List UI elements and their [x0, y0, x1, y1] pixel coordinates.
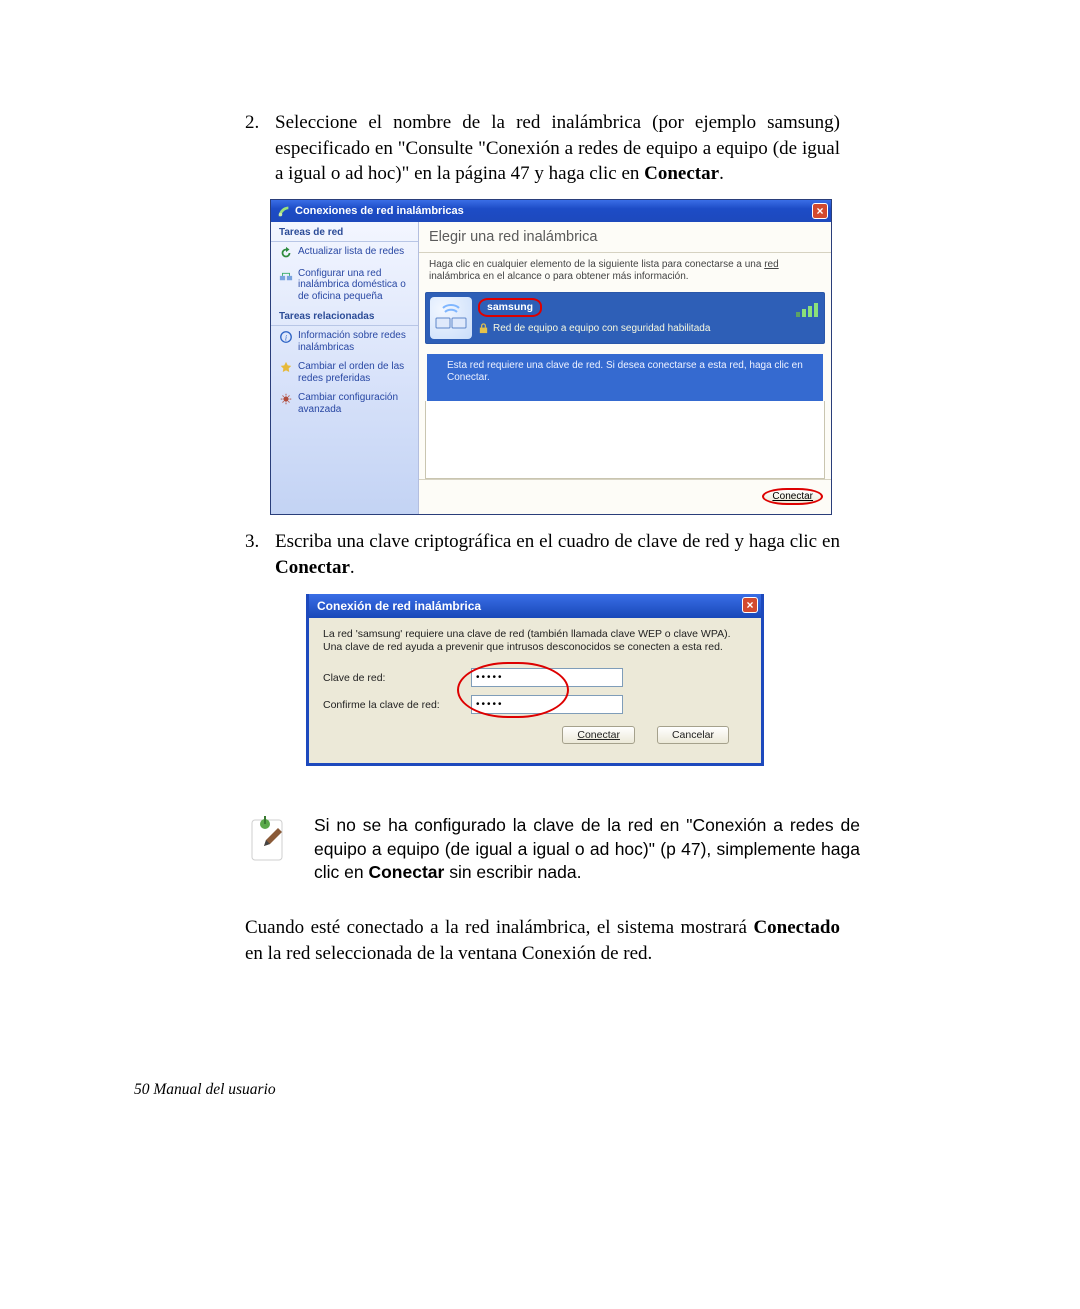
network-body: samsung Red de equipo a equipo con segur…: [478, 297, 820, 339]
network-key-row: Clave de red:: [323, 668, 747, 687]
dialog-cancel-button[interactable]: Cancelar: [657, 726, 729, 744]
lock-icon: [478, 323, 489, 334]
sidebar-item-info-label: Información sobre redes inalámbricas: [298, 330, 411, 353]
network-name: samsung: [478, 298, 542, 317]
dialog-close-button[interactable]: ×: [742, 597, 758, 613]
password-dialog: Conexión de red inalámbrica × La red 'sa…: [306, 594, 764, 766]
sidebar-section-tasks: Tareas de red: [271, 222, 418, 242]
network-list-pane: Elegir una red inalámbrica Haga clic en …: [419, 222, 831, 514]
dialog-connect-button[interactable]: Conectar: [562, 726, 635, 744]
step-3-number: 3.: [245, 529, 275, 580]
step-2-text-a: Seleccione el nombre de la red inalámbri…: [275, 112, 840, 184]
dialog-buttons: Conectar Cancelar: [323, 722, 747, 744]
confirm-key-input[interactable]: [471, 695, 623, 714]
step-3: 3. Escriba una clave criptográfica en el…: [245, 529, 840, 580]
signal-strength-icon: [796, 303, 818, 317]
connect-button[interactable]: Conectar: [762, 488, 823, 505]
sidebar-item-order[interactable]: Cambiar el orden de las redes preferidas: [271, 357, 418, 388]
network-item[interactable]: samsung Red de equipo a equipo con segur…: [425, 292, 825, 344]
sidebar-item-advanced[interactable]: Cambiar configuración avanzada: [271, 388, 418, 419]
adhoc-network-icon: [430, 297, 472, 339]
pane-subtitle: Haga clic en cualquier elemento de la si…: [419, 253, 831, 292]
close-icon: ×: [816, 204, 823, 218]
close-button[interactable]: ×: [812, 203, 828, 219]
dialog-desc: La red 'samsung' requiere una clave de r…: [323, 628, 747, 654]
step-2-text-bold: Conectar: [644, 163, 719, 184]
step-2-number: 2.: [245, 110, 275, 187]
step-2-text-c: .: [719, 163, 724, 184]
list-empty-area: [425, 401, 825, 479]
sidebar-item-refresh-label: Actualizar lista de redes: [298, 246, 411, 258]
network-key-input[interactable]: [471, 668, 623, 687]
step-2: 2. Seleccione el nombre de la red inalám…: [245, 110, 840, 187]
sidebar-item-order-label: Cambiar el orden de las redes preferidas: [298, 361, 411, 384]
note-block: Si no se ha configurado la clave de la r…: [246, 814, 860, 885]
step-3-text: Escriba una clave criptográfica en el cu…: [275, 529, 840, 580]
wireless-icon: [277, 204, 291, 218]
svg-text:i: i: [285, 334, 287, 343]
step-3-text-bold: Conectar: [275, 557, 350, 578]
task-sidebar: Tareas de red Actualizar lista de redes …: [271, 222, 419, 514]
step-3-text-c: .: [350, 557, 355, 578]
note-text: Si no se ha configurado la clave de la r…: [314, 814, 860, 885]
network-desc: Esta red requiere una clave de red. Si d…: [427, 354, 823, 401]
window-footer: Conectar: [419, 479, 831, 514]
star-icon: [279, 361, 293, 375]
note-icon: [246, 814, 292, 870]
page-footer: 50 Manual del usuario: [134, 1081, 276, 1099]
gear-icon: [279, 392, 293, 406]
sidebar-item-info[interactable]: i Información sobre redes inalámbricas: [271, 326, 418, 357]
wireless-window: Conexiones de red inalámbricas × Tareas …: [270, 199, 832, 515]
pane-title: Elegir una red inalámbrica: [419, 222, 831, 253]
window-title: Conexiones de red inalámbricas: [295, 205, 464, 217]
dialog-body: La red 'samsung' requiere una clave de r…: [309, 618, 761, 763]
closing-paragraph: Cuando esté conectado a la red inalámbri…: [245, 915, 840, 966]
network-key-label: Clave de red:: [323, 672, 471, 684]
step-2-text: Seleccione el nombre de la red inalámbri…: [275, 110, 840, 187]
sidebar-item-advanced-label: Cambiar configuración avanzada: [298, 392, 411, 415]
network-setup-icon: [279, 268, 293, 282]
refresh-icon: [279, 246, 293, 260]
confirm-key-row: Confirme la clave de red:: [323, 695, 747, 714]
close-icon: ×: [746, 598, 753, 612]
network-security-line: Red de equipo a equipo con seguridad hab…: [478, 323, 820, 334]
confirm-key-label: Confirme la clave de red:: [323, 699, 471, 711]
sidebar-section-related: Tareas relacionadas: [271, 306, 418, 326]
window-titlebar: Conexiones de red inalámbricas ×: [271, 200, 831, 222]
sidebar-item-setup-label: Configurar una red inalámbrica doméstica…: [298, 268, 411, 303]
sidebar-item-setup[interactable]: Configurar una red inalámbrica doméstica…: [271, 264, 418, 307]
window-body: Tareas de red Actualizar lista de redes …: [271, 222, 831, 514]
dialog-title: Conexión de red inalámbrica: [317, 599, 481, 613]
info-icon: i: [279, 330, 293, 344]
sidebar-item-refresh[interactable]: Actualizar lista de redes: [271, 242, 418, 264]
dialog-titlebar: Conexión de red inalámbrica ×: [309, 594, 761, 618]
document-page: 2. Seleccione el nombre de la red inalám…: [0, 0, 1080, 1309]
step-3-text-a: Escriba una clave criptográfica en el cu…: [275, 531, 840, 552]
